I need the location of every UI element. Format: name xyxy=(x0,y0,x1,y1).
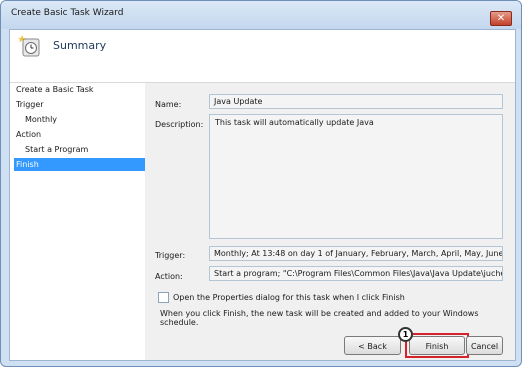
sidebar-item-start-a-program[interactable]: Start a Program xyxy=(10,143,156,156)
sidebar-item-trigger[interactable]: Trigger xyxy=(10,98,147,111)
title-bar: Create Basic Task Wizard ✕ xyxy=(1,1,521,29)
sidebar-item-finish[interactable]: Finish xyxy=(14,158,145,171)
trigger-field[interactable]: Monthly; At 13:48 on day 1 of January, F… xyxy=(209,246,503,261)
close-button[interactable]: ✕ xyxy=(490,11,512,26)
sidebar-item-action[interactable]: Action xyxy=(10,128,147,141)
wizard-client-area: Summary Create a Basic Task Trigger Mont… xyxy=(9,29,516,361)
name-label: Name: xyxy=(155,100,182,109)
wizard-window: Create Basic Task Wizard ✕ Summary Creat… xyxy=(0,0,522,367)
finish-button[interactable]: Finish xyxy=(409,336,465,355)
back-button[interactable]: < Back xyxy=(344,336,401,355)
description-label: Description: xyxy=(155,120,204,129)
wizard-steps-sidebar: Create a Basic Task Trigger Monthly Acti… xyxy=(10,83,145,360)
close-icon: ✕ xyxy=(496,13,506,24)
summary-panel: Name: Java Update Description: This task… xyxy=(145,83,515,360)
cancel-button[interactable]: Cancel xyxy=(466,336,503,355)
window-title: Create Basic Task Wizard xyxy=(11,8,124,18)
step-number-badge: 1 xyxy=(398,327,413,342)
clock-task-icon xyxy=(18,35,40,57)
finish-note: When you click Finish, the new task will… xyxy=(160,309,479,327)
action-field[interactable]: Start a program; "C:\Program Files\Commo… xyxy=(209,266,503,281)
action-label: Action: xyxy=(155,272,183,281)
wizard-header: Summary xyxy=(10,30,515,83)
description-field[interactable]: This task will automatically update Java xyxy=(209,114,503,239)
name-field[interactable]: Java Update xyxy=(209,94,503,109)
open-properties-label[interactable]: Open the Properties dialog for this task… xyxy=(173,293,405,302)
trigger-label: Trigger: xyxy=(155,251,186,260)
open-properties-checkbox[interactable] xyxy=(158,292,169,303)
sidebar-item-monthly[interactable]: Monthly xyxy=(10,113,156,126)
sidebar-item-create-basic-task[interactable]: Create a Basic Task xyxy=(10,83,147,96)
page-title: Summary xyxy=(53,39,107,52)
